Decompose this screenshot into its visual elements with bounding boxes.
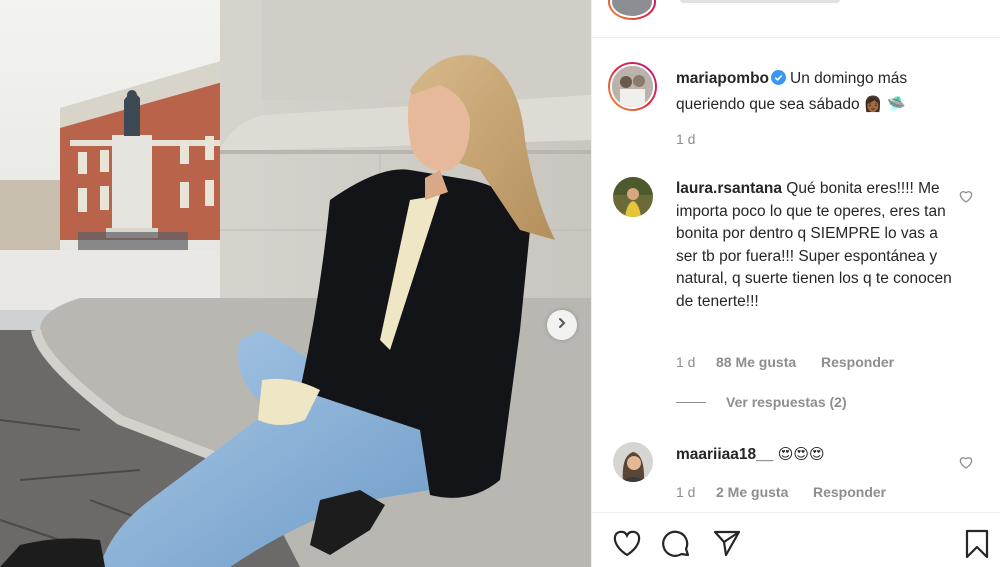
commenter-avatar[interactable]	[613, 442, 653, 482]
comment-like-heart-icon[interactable]	[958, 454, 974, 475]
comment-item: maariiaa18__ 😍😍😍	[676, 443, 960, 467]
comment-like-heart-icon[interactable]	[958, 188, 974, 209]
comment-username[interactable]: maariiaa18__	[676, 446, 773, 463]
author-avatar[interactable]	[608, 62, 657, 111]
post-image	[0, 0, 591, 567]
bookmark-icon[interactable]	[964, 529, 990, 564]
comment-time[interactable]: 1 d	[676, 354, 695, 370]
header-username-partial[interactable]	[680, 0, 840, 3]
post-caption: mariapombo Un domingo más queriendo que s…	[676, 68, 976, 116]
post-time[interactable]: 1 d	[676, 131, 695, 147]
comment-likes[interactable]: 2 Me gusta	[716, 484, 788, 500]
comment-icon[interactable]	[662, 529, 692, 564]
paper-plane-icon[interactable]	[712, 529, 742, 562]
post-side-panel: mariapombo Un domingo más queriendo que s…	[591, 0, 1000, 567]
commenter-avatar[interactable]	[613, 177, 653, 217]
comment-time[interactable]: 1 d	[676, 484, 695, 500]
carousel-next-button[interactable]	[547, 310, 577, 340]
chevron-right-icon	[556, 316, 568, 334]
post-action-bar	[592, 512, 1000, 567]
view-replies-label: Ver respuestas (2)	[726, 394, 847, 410]
comment-text: 😍😍😍	[777, 445, 825, 463]
header-avatar[interactable]	[608, 0, 656, 20]
comment-item: laura.rsantana Qué bonita eres!!!! Me im…	[676, 178, 960, 313]
comment-likes[interactable]: 88 Me gusta	[716, 354, 796, 370]
author-username[interactable]: mariapombo	[676, 70, 769, 87]
reply-button[interactable]: Responder	[821, 354, 894, 370]
replies-divider	[676, 401, 706, 403]
heart-icon[interactable]	[612, 529, 642, 562]
view-replies-button[interactable]: Ver respuestas (2)	[676, 394, 847, 410]
caption-emojis: 👩🏾 🛸	[863, 94, 907, 113]
post-photo[interactable]	[0, 0, 591, 567]
comment-username[interactable]: laura.rsantana	[676, 180, 782, 197]
post-header-partial	[592, 0, 1000, 38]
reply-button[interactable]: Responder	[813, 484, 886, 500]
verified-badge-icon	[771, 70, 787, 93]
comment-text: Qué bonita eres!!!! Me importa poco lo q…	[676, 180, 952, 310]
